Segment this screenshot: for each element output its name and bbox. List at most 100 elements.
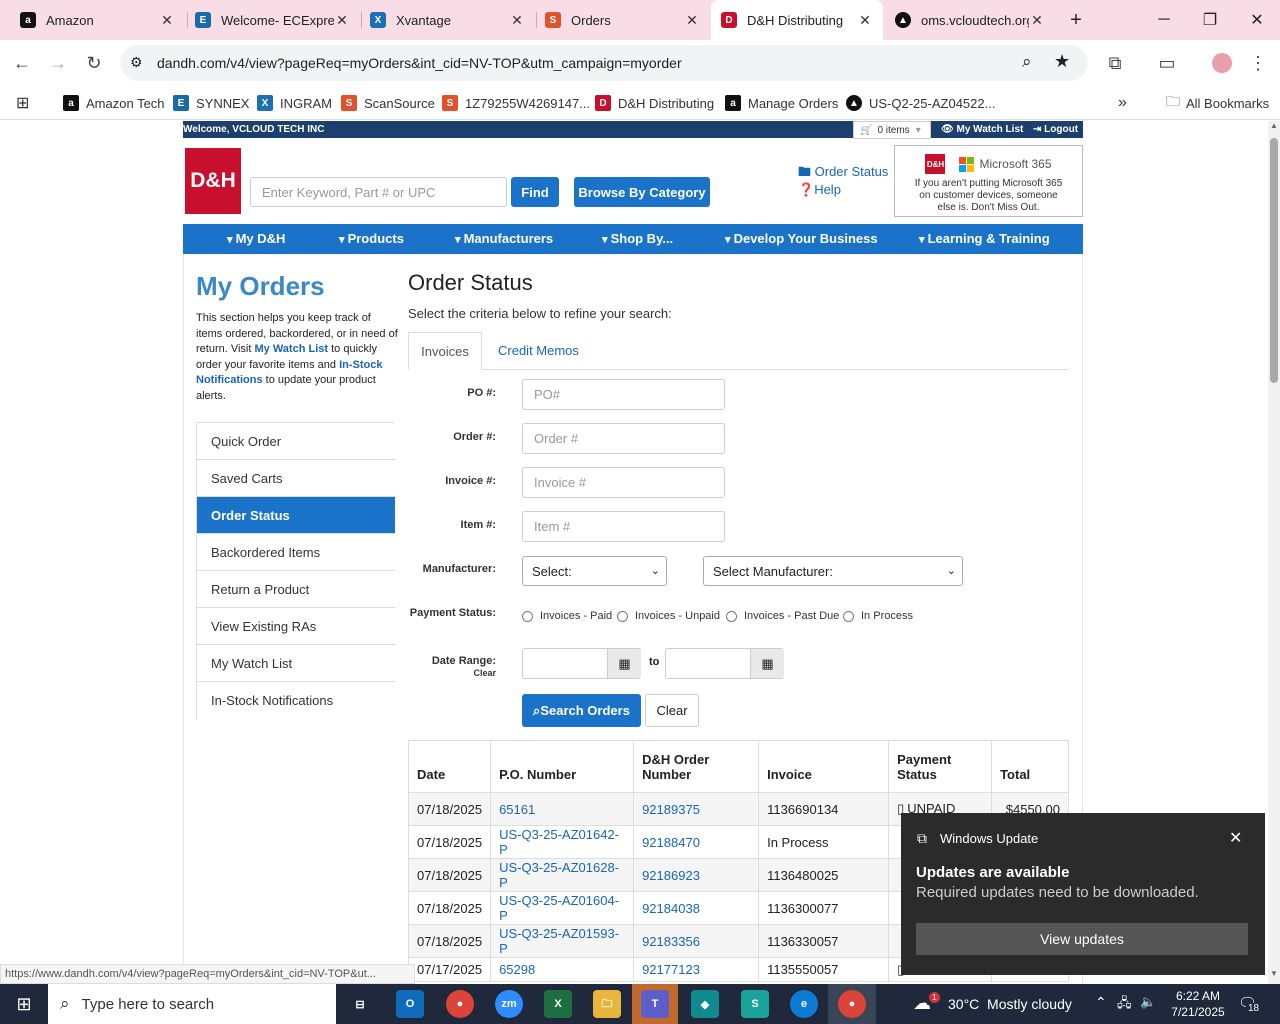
app-s-icon[interactable]: S: [741, 990, 769, 1018]
page-scrollbar[interactable]: ▲ ▼: [1268, 121, 1280, 984]
calendar-icon[interactable]: ▦: [750, 649, 784, 678]
item-input[interactable]: Item #: [522, 511, 725, 542]
microsoft-365-ad[interactable]: D&H Microsoft 365 If you aren't putting …: [894, 145, 1083, 217]
close-tab-icon[interactable]: ✕: [334, 12, 350, 29]
invoice-input[interactable]: Invoice #: [522, 467, 725, 498]
minimize-button[interactable]: ─: [1141, 0, 1187, 40]
scrollbar-thumb[interactable]: [1270, 138, 1278, 383]
all-bookmarks[interactable]: 🗀 All Bookmarks: [1166, 92, 1269, 114]
sidebar-item-quick-order[interactable]: Quick Order: [197, 423, 395, 460]
volume-icon[interactable]: 🔈: [1140, 994, 1156, 1010]
close-icon[interactable]: ✕: [1229, 828, 1242, 848]
cell-po-number[interactable]: 65298: [490, 957, 635, 982]
cell-po-number[interactable]: US-Q3-25-AZ01593-P: [490, 924, 635, 958]
tab-search-icon[interactable]: ▭: [1152, 48, 1182, 78]
nav-develop-business[interactable]: Develop Your Business: [725, 231, 878, 246]
edge-icon[interactable]: e: [790, 990, 818, 1018]
nav-my-dh[interactable]: My D&H: [227, 231, 286, 246]
restore-button[interactable]: ❐: [1187, 0, 1233, 40]
sidebar-item-saved-carts[interactable]: Saved Carts: [197, 460, 395, 497]
end-date-input[interactable]: ▦: [665, 648, 784, 679]
tab-xvantage[interactable]: X Xvantage ✕: [360, 0, 535, 40]
cell-order-number[interactable]: 92188470: [633, 825, 760, 859]
col-invoice[interactable]: Invoice: [758, 740, 890, 793]
cell-order-number[interactable]: 92189375: [633, 792, 760, 826]
start-date-input[interactable]: ▦: [522, 648, 641, 679]
search-orders-button[interactable]: ⌕ Search Orders: [522, 694, 641, 727]
start-button[interactable]: ⊞: [0, 984, 48, 1024]
file-explorer-icon[interactable]: 🗀: [593, 990, 621, 1018]
browse-category-button[interactable]: Browse By Category: [574, 177, 710, 207]
col-date[interactable]: Date: [407, 740, 492, 793]
excel-icon[interactable]: X: [544, 990, 572, 1018]
close-tab-icon[interactable]: ✕: [509, 12, 525, 29]
zoom-icon[interactable]: ⌕: [1022, 52, 1032, 72]
nav-shop-by[interactable]: Shop By...: [602, 231, 674, 246]
cart-button[interactable]: 🛒 0 items ▾: [853, 121, 931, 139]
sidebar-item-return[interactable]: Return a Product: [197, 571, 395, 608]
bookmark-synnex[interactable]: E SYNNEX: [173, 92, 249, 114]
radio-invoices-paid[interactable]: Invoices - Paid: [522, 610, 612, 622]
close-tab-icon[interactable]: ✕: [857, 12, 873, 29]
po-input[interactable]: PO#: [522, 379, 725, 410]
calendar-icon[interactable]: ▦: [607, 649, 641, 678]
dh-logo[interactable]: D&H: [185, 148, 241, 214]
date-clear-link[interactable]: Clear: [406, 668, 496, 678]
url-text[interactable]: dandh.com/v4/view?pageReq=myOrders&int_c…: [157, 55, 682, 71]
bookmark-manage-orders[interactable]: a Manage Orders: [725, 92, 838, 114]
forward-icon[interactable]: →: [43, 48, 73, 78]
taskbar-search[interactable]: ⌕ Type here to search: [48, 984, 336, 1024]
clear-button[interactable]: Clear: [645, 694, 699, 727]
new-tab-button[interactable]: +: [1064, 8, 1088, 32]
chrome-icon[interactable]: ●: [838, 990, 866, 1018]
col-order-number[interactable]: D&H Order Number: [633, 740, 760, 793]
sidebar-item-watch-list[interactable]: My Watch List: [197, 645, 395, 682]
sidebar-item-view-ras[interactable]: View Existing RAs: [197, 608, 395, 645]
col-payment-status[interactable]: Payment Status: [888, 740, 993, 793]
manufacturer-name-select[interactable]: Select Manufacturer: ⌄: [703, 556, 963, 586]
cell-po-number[interactable]: US-Q3-25-AZ01642-P: [490, 825, 635, 859]
network-icon[interactable]: 🖧: [1117, 994, 1132, 1016]
close-tab-icon[interactable]: ✕: [684, 12, 700, 29]
app-icon[interactable]: ◆: [691, 990, 719, 1018]
more-bookmarks-icon[interactable]: »: [1118, 92, 1127, 114]
tab-dh-distributing[interactable]: D D&H Distributing ✕: [711, 0, 883, 40]
bookmark-scansource[interactable]: S ScanSource: [341, 92, 435, 114]
radio-in-process[interactable]: In Process: [843, 610, 913, 622]
cell-order-number[interactable]: 92183356: [633, 924, 760, 958]
cell-po-number[interactable]: US-Q3-25-AZ01604-P: [490, 891, 635, 925]
find-button[interactable]: Find: [511, 177, 559, 207]
radio-invoices-past-due[interactable]: Invoices - Past Due: [726, 610, 839, 622]
zoom-app-icon[interactable]: zm: [495, 990, 523, 1018]
sidebar-item-order-status[interactable]: Order Status: [197, 497, 395, 534]
address-bar[interactable]: ⚙ dandh.com/v4/view?pageReq=myOrders&int…: [120, 45, 1088, 81]
reload-icon[interactable]: ↻: [79, 48, 109, 78]
order-input[interactable]: Order #: [522, 423, 725, 454]
bookmark-tracking[interactable]: S 1Z79255W4269147...: [442, 92, 590, 114]
col-total[interactable]: Total: [991, 740, 1069, 793]
bookmark-star-icon[interactable]: ★: [1054, 51, 1070, 72]
tab-ecexpress[interactable]: E Welcome- ECExpress ✕: [185, 0, 360, 40]
sidebar-item-backordered[interactable]: Backordered Items: [197, 534, 395, 571]
watch-list-link[interactable]: 👁 My Watch List: [941, 124, 1023, 135]
tab-credit-memos[interactable]: Credit Memos: [498, 343, 579, 358]
teams-icon[interactable]: T: [641, 990, 669, 1018]
cell-order-number[interactable]: 92177123: [633, 957, 760, 982]
chevron-up-icon[interactable]: ⌃: [1095, 994, 1107, 1011]
tab-amazon[interactable]: a Amazon ✕: [10, 0, 185, 40]
close-window-button[interactable]: ✕: [1234, 0, 1280, 40]
close-tab-icon[interactable]: ✕: [1029, 12, 1045, 29]
close-tab-icon[interactable]: ✕: [159, 12, 175, 29]
tab-orders[interactable]: S Orders ✕: [535, 0, 710, 40]
site-search-input[interactable]: Enter Keyword, Part # or UPC: [250, 177, 507, 207]
manufacturer-select[interactable]: Select: ⌄: [522, 556, 667, 586]
nav-products[interactable]: Products: [339, 231, 404, 246]
profile-avatar[interactable]: [1212, 53, 1232, 73]
cell-po-number[interactable]: 65161: [490, 792, 635, 826]
nav-learning-training[interactable]: Learning & Training: [919, 231, 1050, 246]
radio-invoices-unpaid[interactable]: Invoices - Unpaid: [617, 610, 720, 622]
bookmark-dh[interactable]: D D&H Distributing: [595, 92, 714, 114]
cell-order-number[interactable]: 92184038: [633, 891, 760, 925]
chrome-icon[interactable]: ●: [446, 990, 474, 1018]
sidebar-item-in-stock[interactable]: In-Stock Notifications: [197, 682, 395, 719]
